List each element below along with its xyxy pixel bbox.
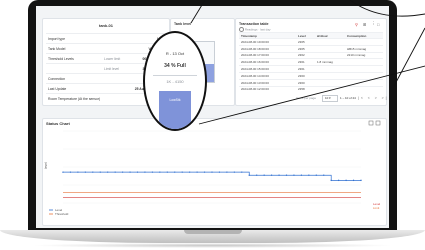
callout-line-top	[190, 0, 206, 24]
callout-lines	[190, 0, 425, 125]
laptop-shadow	[30, 243, 395, 248]
laptop-notch	[184, 230, 242, 234]
callout-line-bottom	[198, 65, 425, 125]
callout-circle-arc	[349, 0, 425, 17]
callout-line-right	[393, 27, 425, 87]
